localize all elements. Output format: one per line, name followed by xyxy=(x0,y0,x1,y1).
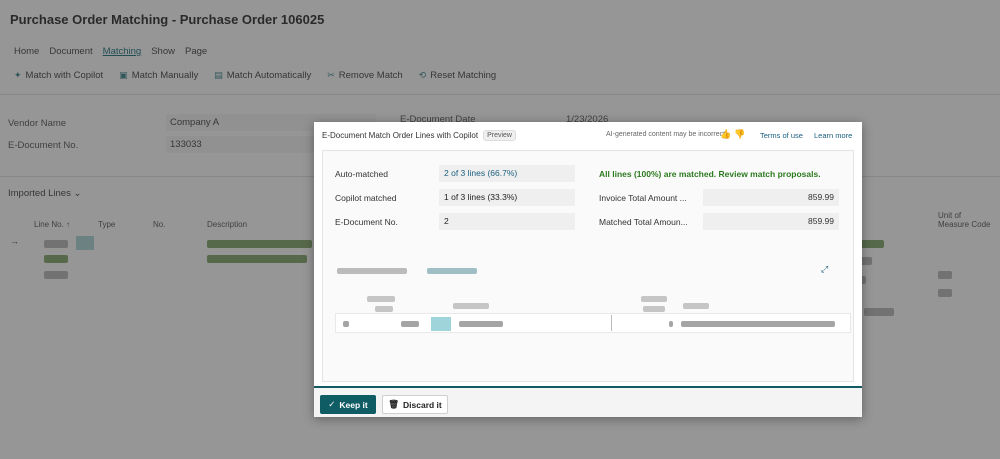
dialog-footer: ✓ Keep it 🗑 Discard it xyxy=(314,386,862,417)
blurred-text xyxy=(641,296,667,302)
auto-matched-value[interactable]: 2 of 3 lines (66.7%) xyxy=(439,165,575,182)
learn-more-link[interactable]: Learn more xyxy=(814,131,852,140)
dialog-body: Auto-matched 2 of 3 lines (66.7%) Copilo… xyxy=(322,150,854,382)
edoc-no-stat-value: 2 xyxy=(439,213,575,230)
blurred-text xyxy=(683,303,709,309)
discard-it-label: Discard it xyxy=(403,399,442,410)
blurred-text xyxy=(375,306,393,312)
blurred-text xyxy=(337,268,407,274)
blurred-text xyxy=(367,296,395,302)
trash-icon: 🗑 xyxy=(388,399,400,409)
invoice-total-label: Invoice Total Amount ... xyxy=(599,193,687,203)
terms-of-use-link[interactable]: Terms of use xyxy=(760,131,803,140)
selected-cell[interactable] xyxy=(431,317,451,331)
blurred-text xyxy=(681,321,835,327)
keep-it-label: Keep it xyxy=(339,399,368,410)
blurred-text xyxy=(459,321,503,327)
thumbs-up-icon[interactable]: 👍 xyxy=(720,129,731,140)
blurred-text xyxy=(643,306,665,312)
matched-total-value: 859.99 xyxy=(703,213,839,230)
blurred-text xyxy=(453,303,489,309)
copilot-matched-value: 1 of 3 lines (33.3%) xyxy=(439,189,575,206)
divider xyxy=(611,315,612,331)
auto-matched-label: Auto-matched xyxy=(335,169,388,179)
keep-it-button[interactable]: ✓ Keep it xyxy=(320,395,376,414)
blurred-text xyxy=(427,268,477,274)
blurred-text xyxy=(401,321,419,327)
dialog-title: E-Document Match Order Lines with Copilo… xyxy=(322,130,479,140)
copilot-dialog: E-Document Match Order Lines with Copilo… xyxy=(314,122,862,417)
expand-icon[interactable]: ⤢ xyxy=(821,264,828,275)
blurred-text xyxy=(669,321,673,327)
preview-badge: Preview xyxy=(483,129,516,141)
blurred-text xyxy=(343,321,349,327)
check-icon: ✓ xyxy=(328,399,336,409)
ai-disclaimer: AI-generated content may be incorrect xyxy=(606,131,726,138)
invoice-total-value: 859.99 xyxy=(703,189,839,206)
matched-message: All lines (100%) are matched. Review mat… xyxy=(599,169,821,179)
copilot-matched-label: Copilot matched xyxy=(335,193,397,203)
discard-it-button[interactable]: 🗑 Discard it xyxy=(382,395,448,414)
edoc-no-stat-label: E-Document No. xyxy=(335,217,398,227)
thumbs-down-icon[interactable]: 👎 xyxy=(734,129,745,140)
matched-total-label: Matched Total Amoun... xyxy=(599,217,688,227)
